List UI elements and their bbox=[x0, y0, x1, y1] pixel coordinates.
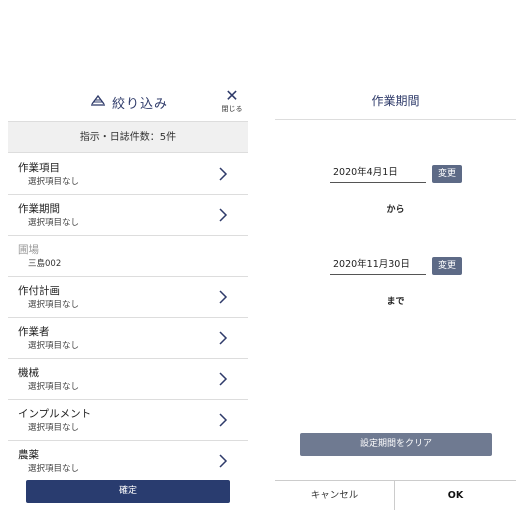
ok-button[interactable]: OK bbox=[395, 481, 516, 510]
row-title: 機械 bbox=[18, 367, 39, 379]
row-subtitle: 選択項目なし bbox=[28, 218, 80, 228]
chevron-right-icon bbox=[219, 290, 228, 304]
close-icon: ✕ bbox=[225, 86, 239, 105]
row-title: 作業項目 bbox=[18, 162, 60, 174]
row-subtitle: 選択項目なし bbox=[28, 464, 80, 474]
row-title: 圃場 bbox=[18, 244, 39, 256]
close-label: 閉じる bbox=[221, 105, 243, 113]
start-date-field[interactable]: 2020年4月1日 bbox=[330, 165, 426, 183]
filter-item-work-item[interactable]: 作業項目 選択項目なし bbox=[8, 154, 248, 195]
filter-item-implement[interactable]: インプルメント 選択項目なし bbox=[8, 400, 248, 441]
cancel-button[interactable]: キャンセル bbox=[275, 481, 395, 510]
filter-item-crop-plan[interactable]: 作付計画 選択項目なし bbox=[8, 277, 248, 318]
filter-panel: 絞り込み ✕ 閉じる 指示・日誌件数：5件 作業項目 選択項目なし 作業期間 選… bbox=[2, 79, 251, 510]
row-title: 作付計画 bbox=[18, 285, 60, 297]
filter-item-pesticide[interactable]: 農薬 選択項目なし bbox=[8, 441, 248, 482]
row-title: 作業期間 bbox=[18, 203, 60, 215]
end-date-field[interactable]: 2020年11月30日 bbox=[330, 257, 426, 275]
filter-dialog: 絞り込み ✕ 閉じる 指示・日誌件数：5件 作業項目 選択項目なし 作業期間 選… bbox=[8, 83, 248, 510]
filter-title: 絞り込み bbox=[112, 97, 169, 112]
row-subtitle: 選択項目なし bbox=[28, 423, 80, 433]
row-subtitle: 選択項目なし bbox=[28, 300, 80, 310]
chevron-right-icon bbox=[219, 413, 228, 427]
from-label: から bbox=[386, 205, 405, 215]
row-title: インプルメント bbox=[18, 408, 92, 420]
chevron-right-icon bbox=[219, 454, 228, 468]
filter-item-worker[interactable]: 作業者 選択項目なし bbox=[8, 318, 248, 359]
row-subtitle: 選択項目なし bbox=[28, 341, 80, 351]
row-subtitle: 選択項目なし bbox=[28, 177, 80, 187]
chevron-right-icon bbox=[219, 331, 228, 345]
chevron-right-icon bbox=[219, 208, 228, 222]
clear-period-button[interactable]: 設定期間をクリア bbox=[300, 433, 492, 456]
row-title: 作業者 bbox=[18, 326, 50, 338]
row-subtitle: 選択項目なし bbox=[28, 382, 80, 392]
filter-list: 作業項目 選択項目なし 作業期間 選択項目なし 圃場 三島002 作付計画 選択… bbox=[8, 154, 248, 482]
chevron-right-icon bbox=[219, 167, 228, 181]
chevron-right-icon bbox=[219, 372, 228, 386]
change-end-button[interactable]: 変更 bbox=[432, 257, 462, 275]
until-label: まで bbox=[386, 297, 405, 307]
close-button[interactable]: ✕ 閉じる bbox=[220, 86, 244, 117]
filter-item-field: 圃場 三島002 bbox=[8, 236, 248, 277]
change-start-button[interactable]: 変更 bbox=[432, 165, 462, 183]
period-dialog: 作業期間 2020年4月1日 変更 から 2020年11月30日 変更 まで 設… bbox=[275, 83, 516, 510]
filter-item-machine[interactable]: 機械 選択項目なし bbox=[8, 359, 248, 400]
filter-item-work-period[interactable]: 作業期間 選択項目なし bbox=[8, 195, 248, 236]
row-title: 農薬 bbox=[18, 449, 39, 461]
period-panel: 作業期間 2020年4月1日 変更 から 2020年11月30日 変更 まで 設… bbox=[271, 79, 520, 510]
confirm-button[interactable]: 確定 bbox=[26, 480, 230, 503]
count-summary: 指示・日誌件数：5件 bbox=[8, 121, 248, 153]
filter-header: 絞り込み ✕ 閉じる bbox=[8, 83, 248, 121]
scale-icon bbox=[91, 94, 105, 106]
row-subtitle: 三島002 bbox=[28, 259, 62, 269]
dialog-footer: キャンセル OK bbox=[275, 480, 516, 510]
period-title: 作業期間 bbox=[275, 83, 516, 120]
